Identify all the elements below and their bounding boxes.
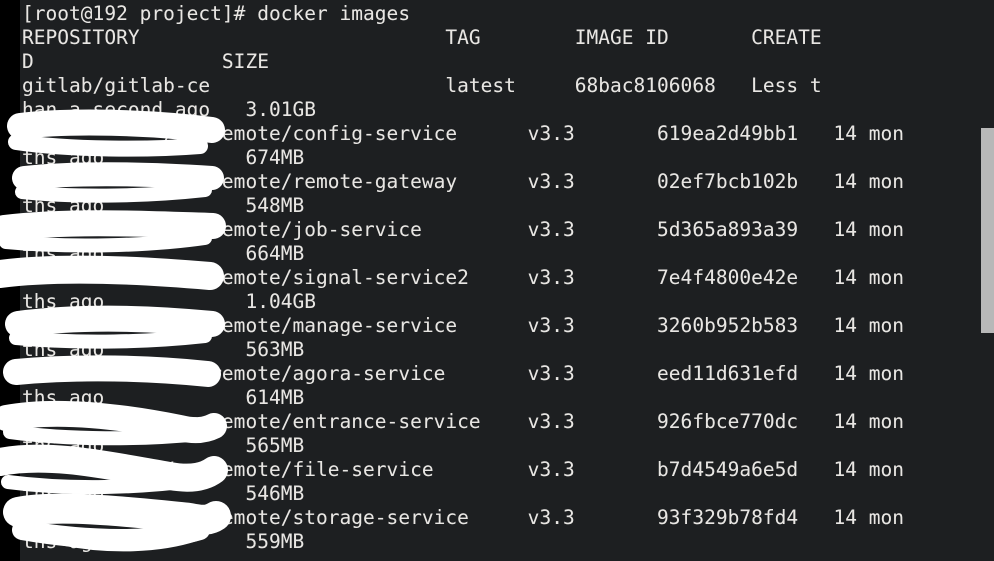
table-row-wrap: ths ago 546MB — [22, 482, 305, 505]
table-row-wrap: ths ago 674MB — [22, 146, 305, 169]
table-row-wrap: ths ago 563MB — [22, 338, 305, 361]
terminal-prompt-line: [root@192 project]# docker images — [22, 2, 411, 25]
table-row: /ar-remote/storage-service v3.3 93f329b7… — [22, 506, 904, 529]
table-row-wrap: ths ago 664MB — [22, 242, 305, 265]
table-row: /ar-remote/signal-service2 v3.3 7e4f4800… — [22, 266, 904, 289]
table-row-wrap: han a second ago 3.01GB — [22, 98, 316, 121]
vertical-scrollbar-track[interactable] — [981, 0, 994, 561]
table-header-line-2: D SIZE — [22, 50, 269, 73]
table-row-wrap: ths ago 559MB — [22, 530, 305, 553]
vertical-scrollbar-thumb[interactable] — [981, 128, 994, 333]
table-row-wrap: ths ago 548MB — [22, 194, 305, 217]
table-row-wrap: ths ago 565MB — [22, 434, 305, 457]
table-row: /ar-remote/job-service v3.3 5d365a893a39… — [22, 218, 904, 241]
table-row-wrap: ths ago 614MB — [22, 386, 305, 409]
table-header-line-1: REPOSITORY TAG IMAGE ID CREATE — [22, 26, 822, 49]
table-row: /ar-remote/remote-gateway v3.3 02ef7bcb1… — [22, 170, 904, 193]
table-row: /ar-remote/config-service v3.3 619ea2d49… — [22, 122, 904, 145]
terminal-window[interactable]: [root@192 project]# docker images REPOSI… — [0, 0, 994, 561]
table-row: /ar-remote/agora-service v3.3 eed11d631e… — [22, 362, 904, 385]
table-row: /ar-remote/file-service v3.3 b7d4549a6e5… — [22, 458, 904, 481]
terminal-text-layer: [root@192 project]# docker images REPOSI… — [0, 0, 974, 561]
table-row-wrap: ths ago 1.04GB — [22, 290, 316, 313]
table-row: /ar-remote/manage-service v3.3 3260b952b… — [22, 314, 904, 337]
table-row: gitlab/gitlab-ce latest 68bac8106068 Les… — [22, 74, 822, 97]
table-row: /ar-remote/entrance-service v3.3 926fbce… — [22, 410, 904, 433]
